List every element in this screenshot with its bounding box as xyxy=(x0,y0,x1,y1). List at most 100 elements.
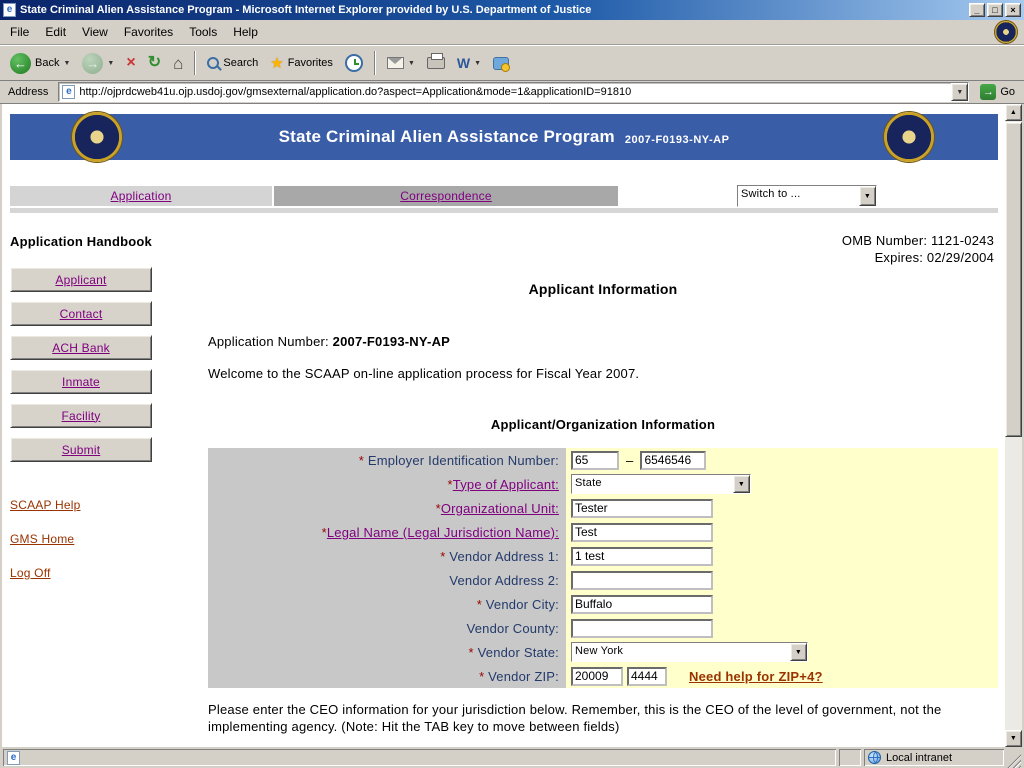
vendor-address1-input[interactable] xyxy=(571,547,713,566)
vendor-state-select[interactable]: New York ▼ xyxy=(571,642,808,662)
messenger-button[interactable] xyxy=(488,48,514,78)
history-button[interactable] xyxy=(340,48,368,78)
page-title: Applicant Information xyxy=(208,281,998,297)
menu-help[interactable]: Help xyxy=(225,21,266,43)
stop-button[interactable]: × xyxy=(121,48,140,78)
status-zone-pane: Local intranet xyxy=(864,749,1004,766)
history-icon xyxy=(345,54,363,72)
org-unit-field-cell xyxy=(566,496,998,520)
ein-suffix-input[interactable] xyxy=(640,451,706,470)
banner-title: State Criminal Alien Assistance Program xyxy=(279,127,615,147)
edit-with-word-button[interactable]: W ▼ xyxy=(452,48,486,78)
application-number-label: Application Number: xyxy=(208,334,333,349)
gms-home-link[interactable]: GMS Home xyxy=(10,532,168,546)
log-off-link[interactable]: Log Off xyxy=(10,566,168,580)
sidebar-button-submit[interactable]: Submit xyxy=(10,437,152,462)
city-label-text: Vendor City: xyxy=(486,597,559,612)
vendor-county-input[interactable] xyxy=(571,619,713,638)
city-label: * Vendor City: xyxy=(208,592,566,616)
address-dropdown-button[interactable]: ▼ xyxy=(951,83,968,101)
back-button[interactable]: ← Back ▼ xyxy=(5,48,75,78)
search-icon xyxy=(207,57,219,69)
organizational-unit-link[interactable]: Organizational Unit: xyxy=(441,501,559,516)
scroll-up-button[interactable]: ▲ xyxy=(1005,104,1022,121)
address-label: Address xyxy=(3,86,53,98)
omb-number: OMB Number: 1121-0243 xyxy=(842,232,994,249)
menu-edit[interactable]: Edit xyxy=(37,21,74,43)
page-content: State Criminal Alien Assistance Program … xyxy=(2,104,1022,747)
sidebar-button-facility[interactable]: Facility xyxy=(10,403,152,428)
legal-name-label: *Legal Name (Legal Jurisdiction Name): xyxy=(208,520,566,544)
vendor-address2-input[interactable] xyxy=(571,571,713,590)
menu-file[interactable]: File xyxy=(2,21,37,43)
legal-name-link[interactable]: Legal Name (Legal Jurisdiction Name): xyxy=(327,525,559,540)
refresh-button[interactable]: ↻ xyxy=(143,48,166,78)
vendor-zip4-input[interactable] xyxy=(627,667,667,686)
state-select-arrow-icon[interactable]: ▼ xyxy=(790,643,807,661)
banner-application-id: 2007-F0193-NY-AP xyxy=(625,134,730,146)
type-label: *Type of Applicant: xyxy=(208,472,566,496)
minimize-button[interactable]: _ xyxy=(969,3,985,17)
required-star: * xyxy=(477,597,486,612)
ein-label: * Employer Identification Number: xyxy=(208,448,566,472)
sidebar-button-contact[interactable]: Contact xyxy=(10,301,152,326)
required-star: * xyxy=(469,645,478,660)
form-row-county: Vendor County: xyxy=(208,616,998,640)
sidebar-button-inmate[interactable]: Inmate xyxy=(10,369,152,394)
go-button[interactable]: → Go xyxy=(974,82,1021,102)
tab-correspondence[interactable]: Correspondence xyxy=(274,186,618,206)
ein-prefix-input[interactable] xyxy=(571,451,619,470)
close-button[interactable]: × xyxy=(1005,3,1021,17)
sidebar-button-ach-bank[interactable]: ACH Bank xyxy=(10,335,152,360)
zip-label: * Vendor ZIP: xyxy=(208,664,566,688)
vertical-scrollbar[interactable]: ▲ ▼ xyxy=(1005,104,1022,747)
mail-button[interactable]: ▼ xyxy=(382,48,420,78)
menu-view[interactable]: View xyxy=(74,21,116,43)
switch-to-select[interactable]: Switch to ... ▼ xyxy=(737,185,877,207)
form-row-address2: Vendor Address 2: xyxy=(208,568,998,592)
tab-strip xyxy=(10,208,998,213)
toolbar-separator xyxy=(194,51,196,75)
status-page-icon: e xyxy=(7,751,20,765)
print-button[interactable] xyxy=(422,48,450,78)
menu-tools[interactable]: Tools xyxy=(181,21,225,43)
scroll-down-button[interactable]: ▼ xyxy=(1005,730,1022,747)
tab-application[interactable]: Application xyxy=(10,186,272,206)
address-input[interactable]: e http://ojprdcweb41u.ojp.usdoj.gov/gmse… xyxy=(58,82,969,102)
forward-icon: → xyxy=(82,53,103,74)
scaap-help-link[interactable]: SCAAP Help xyxy=(10,498,168,512)
doj-seal-right-icon xyxy=(884,112,934,162)
title-bar[interactable]: e State Criminal Alien Assistance Progra… xyxy=(0,0,1024,20)
form-row-zip: * Vendor ZIP: Need help for ZIP+4? xyxy=(208,664,998,688)
type-select-arrow-icon[interactable]: ▼ xyxy=(733,475,750,493)
vendor-zip-input[interactable] xyxy=(571,667,623,686)
required-star: * xyxy=(359,453,368,468)
favorites-button[interactable]: ★ Favorites xyxy=(265,48,338,78)
legal-name-input[interactable] xyxy=(571,523,713,542)
sidebar-links: SCAAP Help GMS Home Log Off xyxy=(10,498,168,580)
zip-help-link[interactable]: Need help for ZIP+4? xyxy=(689,669,823,684)
form-row-legal-name: *Legal Name (Legal Jurisdiction Name): xyxy=(208,520,998,544)
scrollbar-thumb[interactable] xyxy=(1005,122,1022,437)
switch-to-arrow-icon[interactable]: ▼ xyxy=(859,186,876,206)
home-button[interactable]: ⌂ xyxy=(168,48,188,78)
restore-button[interactable]: □ xyxy=(987,3,1003,17)
state-label-text: Vendor State: xyxy=(478,645,559,660)
type-of-applicant-select[interactable]: State ▼ xyxy=(571,474,751,494)
application-number-value: 2007-F0193-NY-AP xyxy=(333,334,450,349)
zone-label: Local intranet xyxy=(886,752,952,764)
section-heading: Applicant/Organization Information xyxy=(208,417,998,432)
browser-toolbar: ← Back ▼ → ▼ × ↻ ⌂ Search ★ Favorites xyxy=(0,45,1024,81)
sidebar-button-applicant[interactable]: Applicant xyxy=(10,267,152,292)
type-of-applicant-link[interactable]: Type of Applicant: xyxy=(453,477,559,492)
scaap-banner: State Criminal Alien Assistance Program … xyxy=(10,114,998,160)
resize-grip[interactable] xyxy=(1007,754,1021,768)
search-button[interactable]: Search xyxy=(202,48,263,78)
forward-button[interactable]: → ▼ xyxy=(77,48,119,78)
organizational-unit-input[interactable] xyxy=(571,499,713,518)
address2-label: Vendor Address 2: xyxy=(208,568,566,592)
menu-favorites[interactable]: Favorites xyxy=(116,21,181,43)
vendor-city-input[interactable] xyxy=(571,595,713,614)
messenger-icon xyxy=(493,57,509,70)
status-bar: e Local intranet xyxy=(0,747,1024,768)
